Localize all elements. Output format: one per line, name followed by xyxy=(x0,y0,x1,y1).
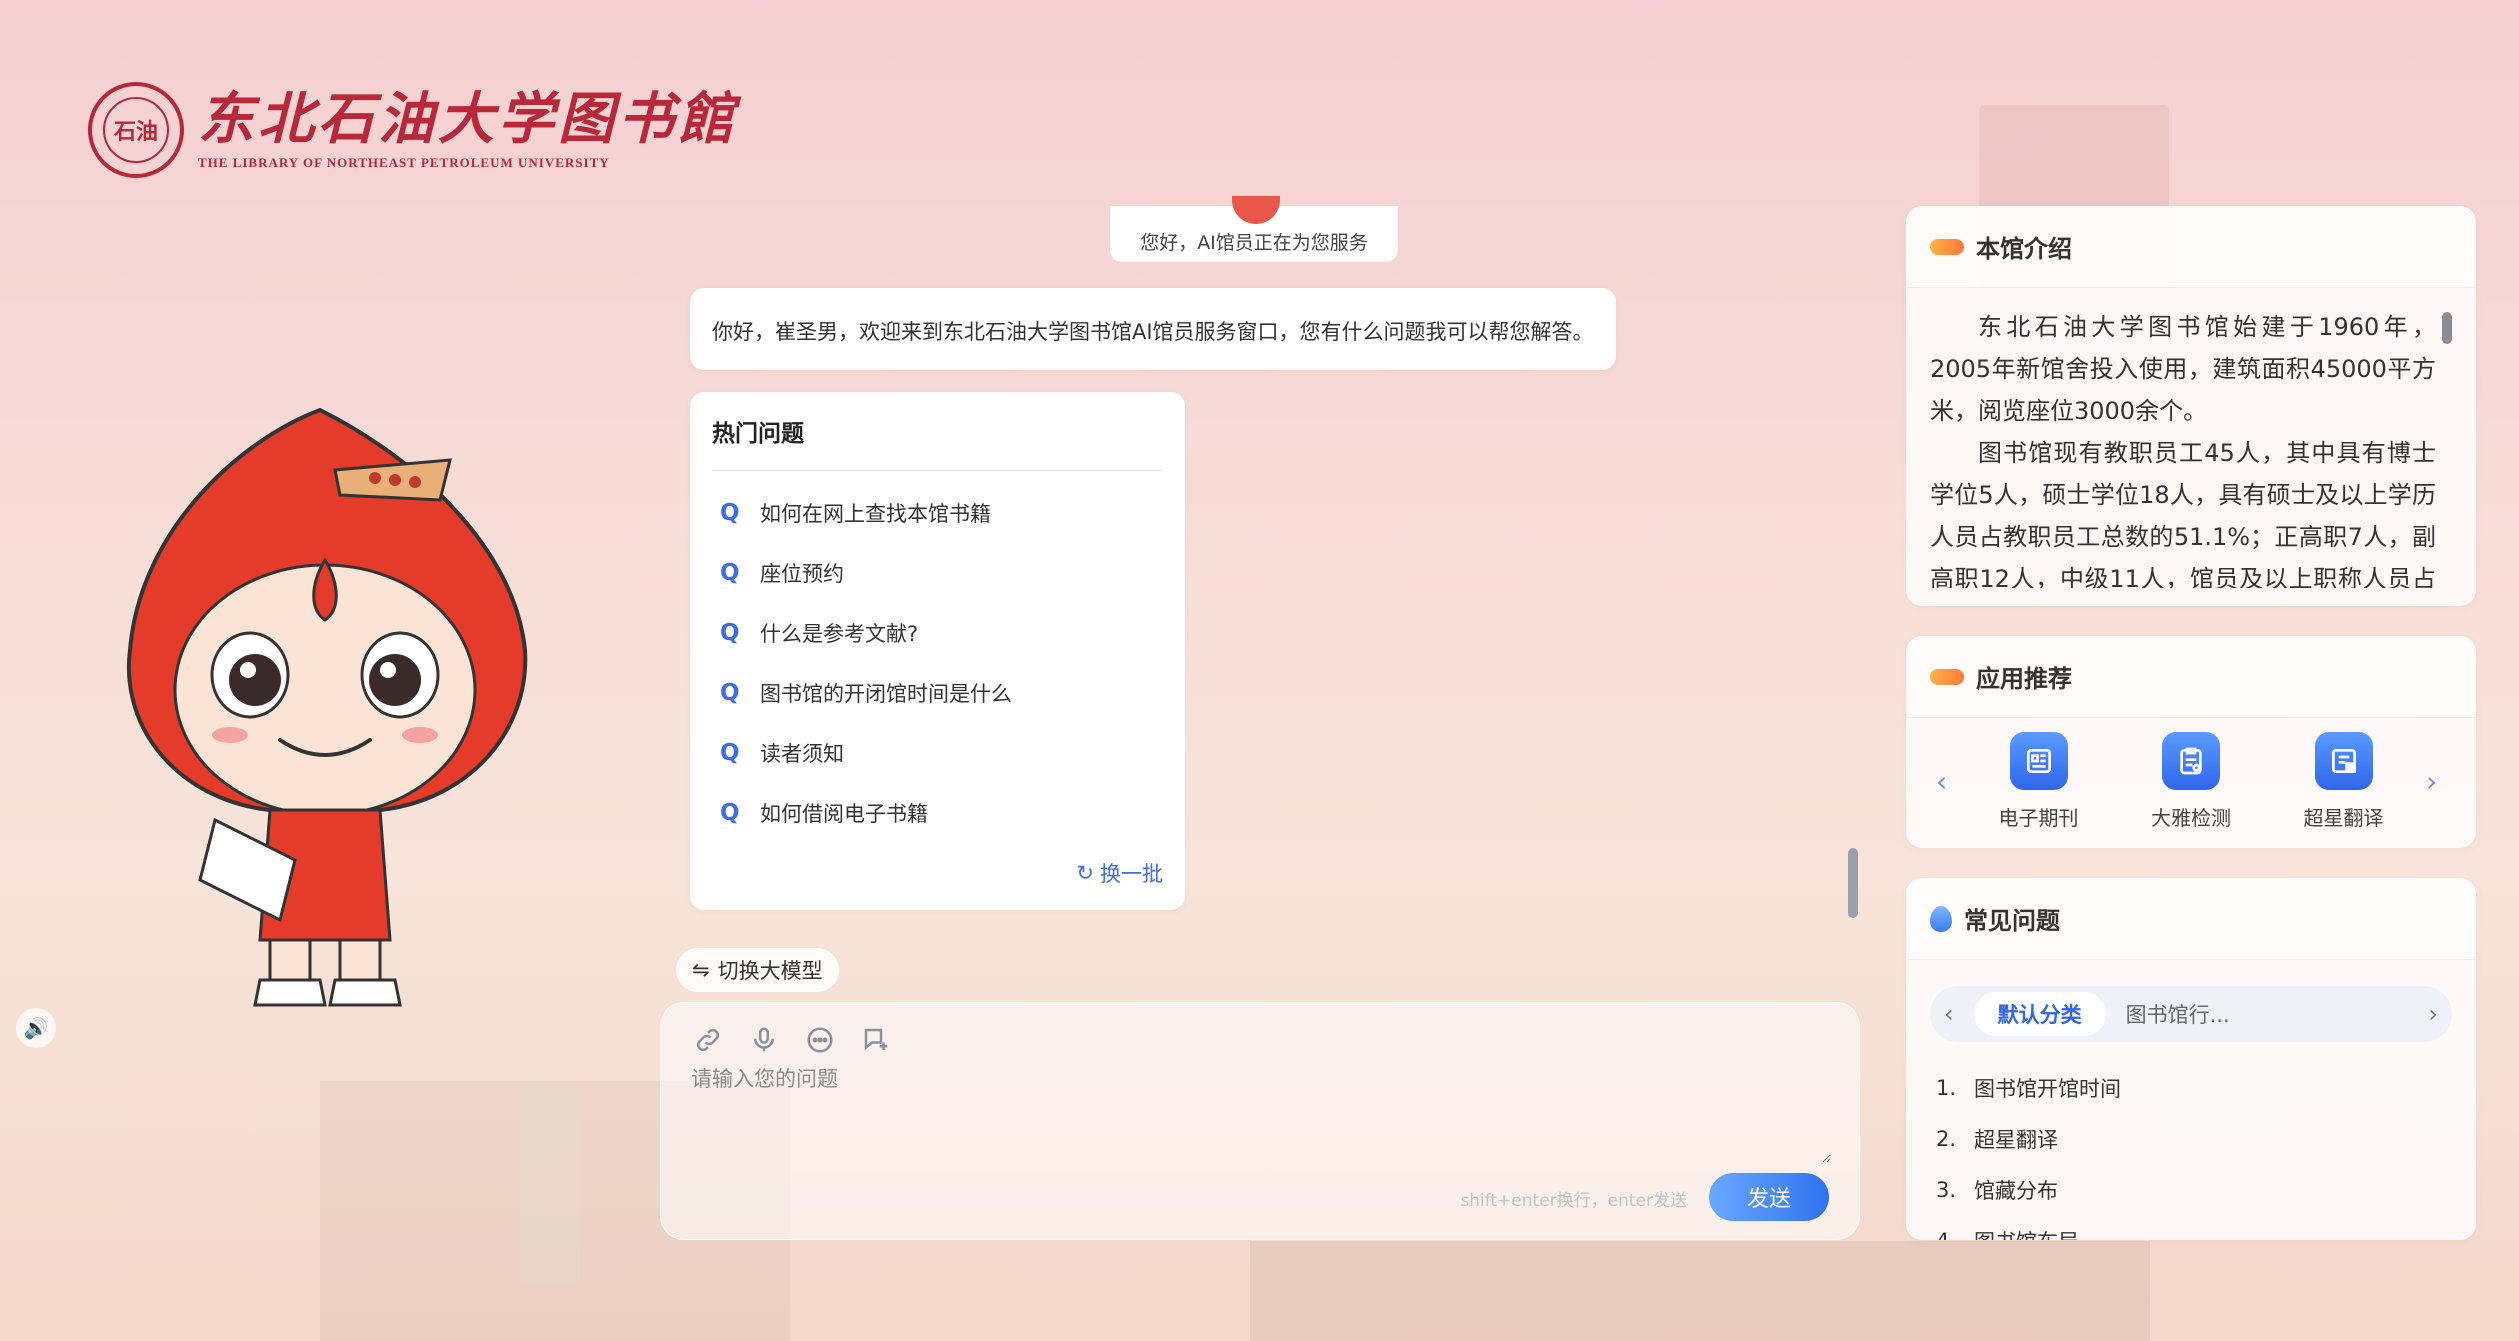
app-label: 大雅检测 xyxy=(2151,806,2231,830)
university-seal-icon: 石油 xyxy=(88,82,184,178)
refresh-batch-button[interactable]: ↻ 换一批 xyxy=(1076,858,1163,888)
mascot-mini-icon xyxy=(1232,196,1280,224)
switch-model-label: 切换大模型 xyxy=(717,959,823,983)
hot-question-item[interactable]: Q 什么是参考文献? xyxy=(712,603,1163,663)
intro-paragraph: 图书馆现有教职员工45人，其中具有博士学位5人，硕士学位18人，具有硕士及以上学… xyxy=(1930,439,2436,588)
hot-question-label: 什么是参考文献? xyxy=(760,622,919,646)
background-building xyxy=(520,1081,580,1281)
refresh-icon: ↻ xyxy=(1076,861,1094,885)
pill-icon xyxy=(1930,668,1964,685)
question-input[interactable] xyxy=(691,1063,1831,1163)
ai-librarian-badge: 您好，AI馆员正在为您服务 xyxy=(1110,196,1398,262)
apps-title: 应用推荐 xyxy=(1976,665,2072,693)
input-hint: shift+enter换行，enter发送 xyxy=(1460,1191,1687,1211)
faq-tabs: ‹ 默认分类 图书馆行... › xyxy=(1930,986,2452,1042)
link-icon[interactable] xyxy=(691,1023,725,1057)
faq-number: 2. xyxy=(1936,1126,1957,1151)
intro-title: 本馆介绍 xyxy=(1976,235,2072,263)
faq-item[interactable]: 1. 图书馆开馆时间 xyxy=(1936,1062,2446,1113)
faq-header: 常见问题 xyxy=(1906,878,2476,960)
intro-paragraph: 东北石油大学图书馆始建于1960年，2005年新馆舍投入使用，建筑面积45000… xyxy=(1930,313,2436,425)
faq-list: 1. 图书馆开馆时间 2. 超星翻译 3. 馆藏分布 4.图书馆布局 xyxy=(1906,1042,2476,1241)
chat-scrollbar[interactable] xyxy=(1848,848,1858,918)
new-chat-icon[interactable] xyxy=(859,1023,893,1057)
clipboard-check-icon xyxy=(2162,732,2220,790)
pill-icon xyxy=(1930,238,1964,255)
faq-label: 图书馆布局 xyxy=(1974,1226,2079,1241)
tab-default-category[interactable]: 默认分类 xyxy=(1973,992,2106,1036)
faq-number: 4. xyxy=(1936,1229,1974,1241)
microphone-icon[interactable] xyxy=(747,1023,781,1057)
faq-item[interactable]: 3. 馆藏分布 xyxy=(1936,1164,2446,1215)
logo-chinese-name: 东北石油大学图书館 xyxy=(198,86,738,153)
faq-title: 常见问题 xyxy=(1964,907,2060,935)
q-icon: Q xyxy=(720,680,740,706)
mascot-icon xyxy=(126,407,528,1007)
speaker-icon[interactable]: 🔊 xyxy=(16,1008,56,1048)
hot-questions-list: Q 如何在网上查找本馆书籍 Q 座位预约 Q 什么是参考文献? Q 图书馆的开闭馆时间是… xyxy=(712,483,1163,843)
hot-question-label: 图书馆的开闭馆时间是什么 xyxy=(760,682,1012,706)
hot-question-item[interactable]: Q 座位预约 xyxy=(712,543,1163,603)
logo-english-name: THE LIBRARY OF NORTHEAST PETROLEUM UNIVE… xyxy=(198,154,610,170)
app-label: 超星翻译 xyxy=(2303,806,2384,830)
intro-header: 本馆介绍 xyxy=(1906,206,2476,288)
logo-text: 东北石油大学图书館 THE LIBRARY OF NORTHEAST PETRO… xyxy=(198,89,738,171)
q-icon: Q xyxy=(720,800,740,826)
ai-badge-text: 您好，AI馆员正在为您服务 xyxy=(1140,232,1368,254)
hot-question-label: 读者须知 xyxy=(760,742,844,766)
app-recommend-panel: 应用推荐 ‹ 电子期刊 大雅检测 超星翻译 › xyxy=(1906,636,2476,848)
chevron-right-icon[interactable]: › xyxy=(2428,1000,2438,1028)
q-icon: Q xyxy=(720,500,740,526)
q-icon: Q xyxy=(720,740,740,766)
hot-question-label: 座位预约 xyxy=(760,562,844,586)
library-intro-panel: 本馆介绍 东北石油大学图书馆始建于1960年，2005年新馆舍投入使用，建筑面积… xyxy=(1906,206,2476,606)
library-logo[interactable]: 石油 东北石油大学图书館 THE LIBRARY OF NORTHEAST PE… xyxy=(88,82,738,178)
chat-input-box: shift+enter换行，enter发送 发送 xyxy=(660,1002,1860,1240)
intro-body: 东北石油大学图书馆始建于1960年，2005年新馆舍投入使用，建筑面积45000… xyxy=(1906,288,2476,588)
faq-item[interactable]: 4.图书馆布局 xyxy=(1936,1215,2446,1241)
send-button[interactable]: 发送 xyxy=(1709,1173,1829,1221)
apps-carousel: ‹ 电子期刊 大雅检测 超星翻译 › xyxy=(1906,718,2476,831)
background-building xyxy=(1250,1241,2150,1341)
tab-library-admin[interactable]: 图书馆行... xyxy=(2126,999,2230,1029)
faq-item[interactable]: 2. 超星翻译 xyxy=(1936,1113,2446,1164)
q-icon: Q xyxy=(720,620,740,646)
app-item-daya-check[interactable]: 大雅检测 xyxy=(2121,732,2261,831)
chevron-left-icon[interactable]: ‹ xyxy=(1944,1000,1954,1028)
q-icon: Q xyxy=(720,560,740,586)
hot-question-label: 如何借阅电子书籍 xyxy=(760,802,928,826)
hot-question-item[interactable]: Q 读者须知 xyxy=(712,723,1163,783)
hot-questions-title: 热门问题 xyxy=(712,414,1163,471)
newspaper-icon xyxy=(2009,732,2068,790)
greeting-message: 你好，崔圣男，欢迎来到东北石油大学图书馆AI馆员服务窗口，您有什么问题我可以帮您… xyxy=(690,288,1616,370)
hot-question-item[interactable]: Q 如何在网上查找本馆书籍 xyxy=(712,483,1163,543)
greeting-text: 你好，崔圣男，欢迎来到东北石油大学图书馆AI馆员服务窗口，您有什么问题我可以帮您… xyxy=(712,320,1594,344)
refresh-label: 换一批 xyxy=(1100,862,1163,886)
hot-questions-card: 热门问题 Q 如何在网上查找本馆书籍 Q 座位预约 Q 什么是参考文献? Q 图书馆的开… xyxy=(690,392,1185,910)
swap-icon: ⇋ xyxy=(692,958,710,982)
faq-label: 超星翻译 xyxy=(1974,1127,2058,1152)
app-item-e-journal[interactable]: 电子期刊 xyxy=(1969,732,2109,831)
faq-number: 1. xyxy=(1936,1075,1957,1100)
chevron-left-icon[interactable]: ‹ xyxy=(1936,765,1956,798)
app-label: 电子期刊 xyxy=(1998,806,2079,830)
input-toolbar xyxy=(691,1023,893,1057)
chevron-right-icon[interactable]: › xyxy=(2426,765,2446,798)
intro-scrollbar[interactable] xyxy=(2442,312,2452,344)
faq-label: 图书馆开馆时间 xyxy=(1974,1076,2121,1101)
faq-panel: 常见问题 ‹ 默认分类 图书馆行... › 1. 图书馆开馆时间 2. 超星翻译 3… xyxy=(1906,878,2476,1240)
hot-question-item[interactable]: Q 如何借阅电子书籍 xyxy=(712,783,1163,843)
faq-number: 3. xyxy=(1936,1177,1957,1202)
hot-question-label: 如何在网上查找本馆书籍 xyxy=(760,502,991,526)
translate-doc-icon xyxy=(2314,732,2373,790)
app-item-chaoxing-translate[interactable]: 超星翻译 xyxy=(2274,732,2414,831)
chat-bubble-icon[interactable] xyxy=(803,1023,837,1057)
switch-model-button[interactable]: ⇋ 切换大模型 xyxy=(676,948,839,992)
hot-question-item[interactable]: Q 图书馆的开闭馆时间是什么 xyxy=(712,663,1163,723)
drop-icon xyxy=(1930,905,1952,932)
apps-header: 应用推荐 xyxy=(1906,636,2476,718)
faq-label: 馆藏分布 xyxy=(1974,1178,2058,1203)
